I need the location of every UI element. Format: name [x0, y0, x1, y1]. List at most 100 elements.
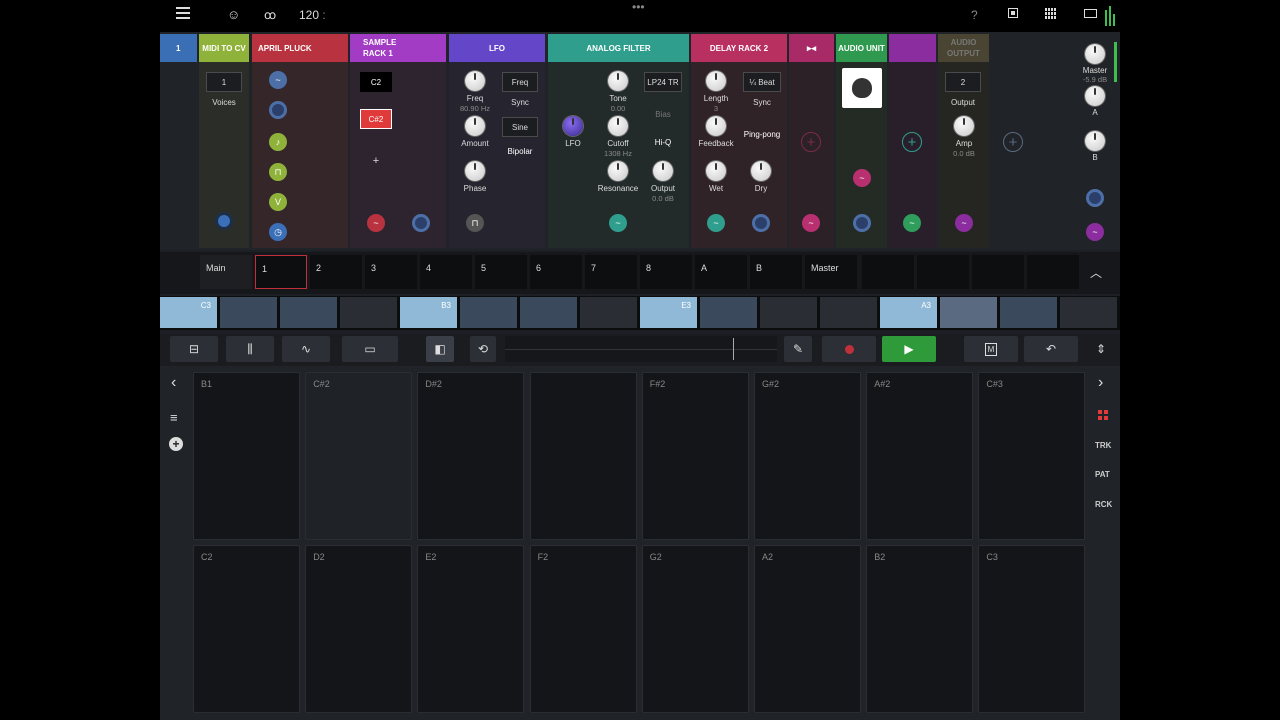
clip-slot[interactable]: [700, 297, 757, 328]
help-icon[interactable]: ?: [971, 8, 978, 22]
delay-pingpong-label[interactable]: Ping-pong: [744, 130, 780, 139]
tab-empty-4[interactable]: [1027, 255, 1079, 289]
master-midi-port-icon[interactable]: [1086, 189, 1104, 207]
clip-slot[interactable]: [580, 297, 637, 328]
au-mod-port-icon[interactable]: ~: [853, 169, 871, 187]
clip-slot[interactable]: [1060, 297, 1117, 328]
drum-pad[interactable]: G#2: [754, 372, 861, 540]
box-view-button[interactable]: ▭: [342, 336, 398, 362]
module-midi-to-cv[interactable]: MIDI TO CV 1 Voices: [199, 34, 249, 248]
filter-hiq-label[interactable]: Hi-Q: [655, 138, 671, 147]
drum-pad[interactable]: F#2: [641, 372, 749, 540]
lfo-phase-knob[interactable]: [465, 161, 485, 181]
midi-in-port-icon[interactable]: [412, 214, 430, 232]
drum-pad[interactable]: B1: [193, 372, 300, 540]
add-pad-icon[interactable]: +: [169, 437, 183, 451]
filter-out-port-icon[interactable]: ~: [609, 214, 627, 232]
clip-slot[interactable]: [220, 297, 277, 328]
lfo-out-port-icon[interactable]: ⊓: [466, 214, 484, 232]
drum-pad[interactable]: C#3: [978, 372, 1086, 540]
drum-pad[interactable]: E2: [417, 545, 525, 713]
clip-slot[interactable]: [340, 297, 397, 328]
tab-6[interactable]: 6: [530, 255, 582, 289]
clock-port-icon[interactable]: ◷: [269, 223, 287, 241]
module-splitter[interactable]: ▸◂ + ~: [789, 34, 834, 248]
splitter-add-icon[interactable]: +: [801, 132, 821, 152]
midi-out-port-icon[interactable]: [215, 212, 233, 230]
clip-slot[interactable]: E3: [640, 297, 697, 328]
module-april-pluck[interactable]: APRIL PLUCK ~ ♪ ⊓ V ◷: [252, 34, 348, 248]
filter-cutoff-knob[interactable]: [608, 116, 628, 136]
fullscreen-icon[interactable]: [1084, 9, 1097, 18]
delay-midi-port-icon[interactable]: [752, 214, 770, 232]
clip-slot[interactable]: [760, 297, 817, 328]
emoji-face-icon[interactable]: ☺: [227, 7, 240, 22]
tab-a[interactable]: A: [695, 255, 747, 289]
clip-slot[interactable]: [520, 297, 577, 328]
clip-slot[interactable]: [940, 297, 997, 328]
module-audio-unit[interactable]: AUDIO UNIT ~: [836, 34, 887, 248]
tab-5[interactable]: 5: [475, 255, 527, 289]
drum-pad[interactable]: F2: [529, 545, 637, 713]
output-channel-box[interactable]: 2: [945, 72, 981, 92]
delay-dry-knob[interactable]: [751, 161, 771, 181]
tab-7[interactable]: 7: [585, 255, 637, 289]
pad-grid-icon[interactable]: [1098, 410, 1108, 420]
delay-wet-knob[interactable]: [706, 161, 726, 181]
module-lfo[interactable]: LFO Freq 80.90 Hz Amount Phase Freq Sync…: [449, 34, 545, 248]
tab-main[interactable]: Main: [200, 255, 252, 289]
tempo-display[interactable]: 120 :: [299, 8, 326, 22]
midi-port-icon[interactable]: [269, 101, 287, 119]
pat-button[interactable]: PAT: [1095, 470, 1110, 479]
expand-button[interactable]: ⇕: [1088, 336, 1114, 362]
lfo-freq-box[interactable]: Freq: [502, 72, 538, 92]
next-octave-icon[interactable]: ›: [1098, 374, 1103, 392]
add-module-icon[interactable]: +: [1003, 132, 1023, 152]
drum-pad[interactable]: A#2: [866, 372, 974, 540]
add-sample-button[interactable]: +: [373, 155, 379, 167]
sample-slot-cs2[interactable]: C#2: [360, 109, 392, 129]
delay-out-port-icon[interactable]: ~: [707, 214, 725, 232]
grid-icon[interactable]: [1045, 8, 1058, 19]
drum-pad[interactable]: D2: [305, 545, 413, 713]
au-midi-port-icon[interactable]: [853, 214, 871, 232]
output-port-icon[interactable]: ~: [955, 214, 973, 232]
drum-pad[interactable]: C#2: [305, 372, 413, 540]
drum-pad[interactable]: C2: [193, 545, 300, 713]
drum-pad[interactable]: B2: [866, 545, 974, 713]
delay-beat-box[interactable]: ¼ Beat: [743, 72, 781, 92]
record-button[interactable]: [822, 336, 876, 362]
delay-feedback-knob[interactable]: [706, 116, 726, 136]
tab-2[interactable]: 2: [310, 255, 362, 289]
module-analog-filter[interactable]: ANALOG FILTER LFO Tone 0.00 Cutoff 1308 …: [548, 34, 689, 248]
filter-lfo-knob[interactable]: [563, 116, 583, 136]
drum-pad[interactable]: A2: [754, 545, 861, 713]
tab-empty-3[interactable]: [972, 255, 1024, 289]
module-track[interactable]: 1: [160, 34, 197, 248]
collapse-chevron-icon[interactable]: ︿: [1090, 264, 1102, 281]
lfo-freq-knob[interactable]: [465, 71, 485, 91]
sample-slot-c2[interactable]: C2: [360, 72, 392, 92]
play-button[interactable]: ▶: [882, 336, 936, 362]
sine-port-icon[interactable]: ~: [269, 71, 287, 89]
module-purple[interactable]: + ~: [889, 34, 936, 248]
tab-empty-2[interactable]: [917, 255, 969, 289]
splitter-out-port-icon[interactable]: ~: [802, 214, 820, 232]
filter-tone-knob[interactable]: [608, 71, 628, 91]
tab-8[interactable]: 8: [640, 255, 692, 289]
output-amp-knob[interactable]: [954, 116, 974, 136]
clip-slot[interactable]: [460, 297, 517, 328]
curve-view-button[interactable]: ∿: [282, 336, 330, 362]
filter-resonance-knob[interactable]: [608, 161, 628, 181]
trk-button[interactable]: TRK: [1095, 441, 1111, 450]
apple-logo-icon[interactable]: [842, 68, 882, 108]
undo-button[interactable]: ↶: [1024, 336, 1078, 362]
tape-icon[interactable]: ꝏ: [264, 8, 276, 22]
clip-slot[interactable]: B3: [400, 297, 457, 328]
drum-pad[interactable]: [529, 372, 637, 540]
tab-1[interactable]: 1: [255, 255, 307, 289]
loop-button[interactable]: ⟲: [470, 336, 496, 362]
timeline-scrubber[interactable]: [505, 336, 777, 362]
bars-view-button[interactable]: ⫼: [226, 336, 274, 362]
module-audio-output[interactable]: AUDIO OUTPUT 2 Output Amp 0.0 dB ~: [938, 34, 989, 248]
